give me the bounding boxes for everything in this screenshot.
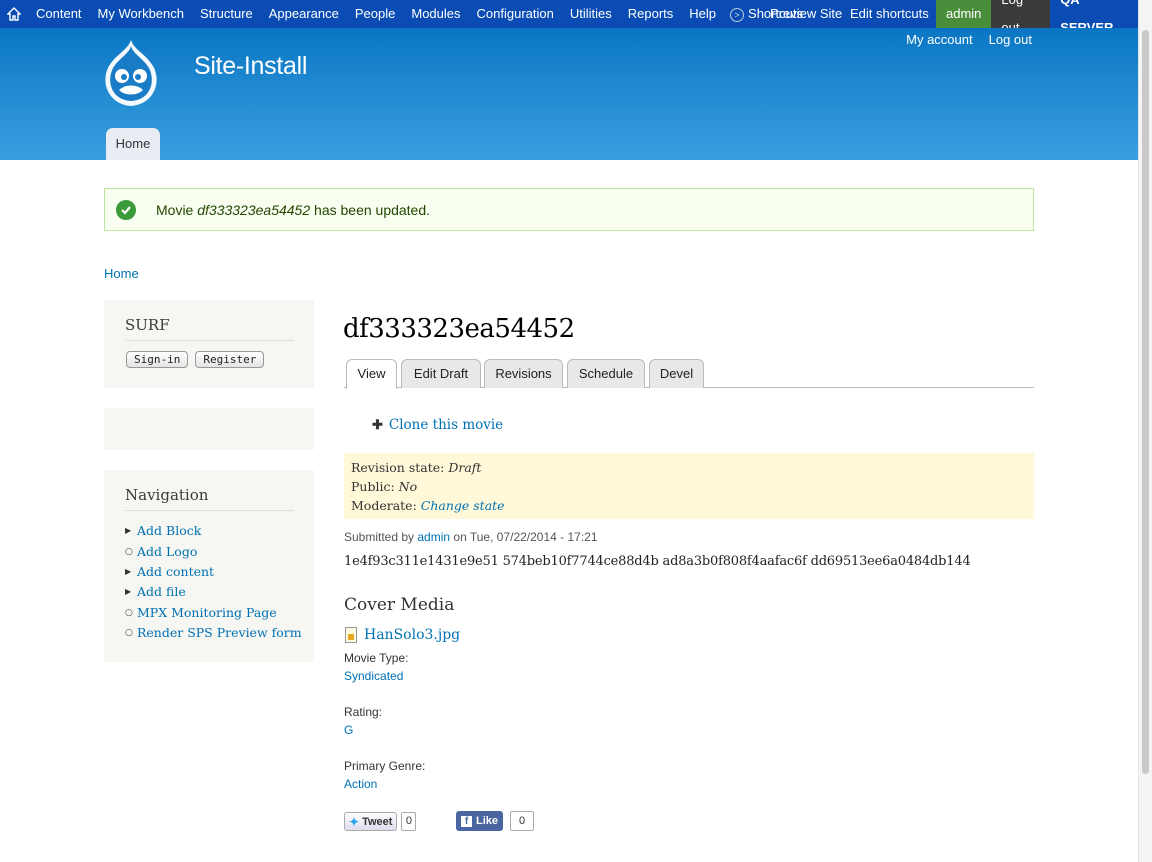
tab-schedule[interactable]: Schedule — [567, 359, 645, 388]
file-link[interactable]: HanSolo3.jpg — [364, 627, 460, 643]
nav-item[interactable]: ○ Add Logo — [125, 541, 314, 561]
author-link[interactable]: admin — [417, 530, 450, 544]
signin-button[interactable]: Sign-in — [126, 351, 189, 368]
toolbar-item-modules[interactable]: Modules — [403, 0, 468, 28]
revision-state-row: Revision state: Draft — [351, 460, 482, 475]
toolbar-item-help[interactable]: Help — [681, 0, 724, 28]
tab-edit-draft[interactable]: Edit Draft — [401, 359, 481, 388]
surf-block-title: SURF — [125, 316, 294, 341]
page-title: df333323ea54452 — [343, 314, 575, 344]
nav-item-label[interactable]: Add Logo — [137, 542, 197, 562]
public-row: Public: No — [351, 479, 418, 494]
nav-item[interactable]: ○ Render SPS Preview form — [125, 623, 314, 643]
site-name[interactable]: Site-Install — [194, 52, 307, 81]
tweet-count: 0 — [401, 812, 417, 831]
register-button[interactable]: Register — [195, 351, 265, 368]
drupal-logo-icon[interactable] — [100, 38, 162, 110]
nav-item[interactable]: ▶ Add content — [125, 562, 314, 582]
clone-movie-link[interactable]: Clone this movie — [389, 417, 503, 433]
primary-genre-value[interactable]: Action — [344, 777, 377, 791]
moderate-row: Moderate: Change state — [351, 498, 505, 513]
like-button[interactable]: f Like — [456, 811, 504, 831]
public-value: No — [398, 479, 418, 494]
cover-media-heading: Cover Media — [344, 595, 455, 615]
arrow-bullet-icon: ▶ — [125, 526, 132, 536]
toolbar-item-appearance[interactable]: Appearance — [261, 0, 347, 28]
secondary-menu: My account Log out — [906, 32, 1032, 47]
tab-revisions[interactable]: Revisions — [484, 359, 563, 388]
breadcrumb-home-link[interactable]: Home — [104, 266, 139, 281]
my-account-link[interactable]: My account — [906, 32, 972, 47]
edit-shortcuts-link[interactable]: Edit shortcuts — [842, 0, 937, 28]
facebook-like-widget: f Like 0 — [456, 811, 535, 831]
scrollbar-thumb[interactable] — [1142, 30, 1149, 774]
toolbar-item-content[interactable]: Content — [28, 0, 90, 28]
body-text: 1e4f93c311e1431e9e51 574beb10f7744ce88d4… — [344, 554, 971, 569]
image-file-icon — [345, 627, 357, 643]
toolbar-item-configuration[interactable]: Configuration — [469, 0, 562, 28]
circle-bullet-icon: ○ — [125, 546, 133, 557]
checkmark-icon — [116, 199, 136, 220]
submitted-info: Submitted by admin on Tue, 07/22/2014 - … — [344, 530, 598, 544]
status-message-text: Movie df333323ea54452 has been updated. — [156, 201, 431, 218]
toolbar-item-my-workbench[interactable]: My Workbench — [90, 0, 192, 28]
movie-type-value[interactable]: Syndicated — [344, 669, 403, 683]
nav-item-label[interactable]: Add Block — [137, 521, 201, 541]
nav-item-label[interactable]: MPX Monitoring Page — [137, 603, 277, 623]
circle-bullet-icon: ○ — [125, 607, 133, 618]
tweet-button[interactable]: ✦ Tweet — [344, 812, 398, 831]
change-state-link[interactable]: Change state — [421, 498, 505, 513]
toolbar-item-reports[interactable]: Reports — [620, 0, 682, 28]
circle-bullet-icon: ○ — [125, 628, 133, 639]
nav-item-label[interactable]: Add file — [137, 582, 186, 602]
nav-item[interactable]: ○ MPX Monitoring Page — [125, 603, 314, 623]
shortcuts-toggle-icon: > — [730, 7, 745, 22]
admin-toolbar: Content My Workbench Structure Appearanc… — [0, 0, 1138, 42]
toolbar-item-utilities[interactable]: Utilities — [562, 0, 620, 28]
primary-genre-label: Primary Genre: — [344, 759, 426, 773]
revision-info-box: Revision state: Draft Public: No Moderat… — [344, 453, 1034, 519]
twitter-bird-icon: ✦ — [349, 814, 360, 829]
like-count: 0 — [510, 811, 535, 831]
plus-icon: ✚ — [372, 418, 383, 433]
revision-state-value: Draft — [448, 460, 482, 475]
navigation-block-title: Navigation — [125, 486, 294, 511]
local-tabs: View Edit Draft Revisions Schedule Devel — [344, 359, 1034, 389]
main-menu-home-tab[interactable]: Home — [106, 128, 160, 160]
navigation-list: ▶ Add Block ○ Add Logo ▶ Add content ▶ Add file… — [125, 521, 314, 643]
navigation-block: Navigation ▶ Add Block ○ Add Logo ▶ Add conte… — [104, 470, 314, 662]
tweet-widget: ✦ Tweet 0 — [344, 812, 417, 831]
movie-type-label: Movie Type: — [344, 651, 409, 665]
page-scrollbar[interactable] — [1138, 0, 1152, 862]
rating-label: Rating: — [344, 705, 383, 719]
site-header: Site-Install My account Log out Home — [0, 28, 1138, 160]
facebook-icon: f — [461, 815, 472, 827]
shortcut-preview-site[interactable]: Preview Site — [762, 0, 850, 28]
toolbar-item-people[interactable]: People — [347, 0, 403, 28]
status-message: Movie df333323ea54452 has been updated. — [104, 188, 1034, 231]
message-movie-title: df333323ea54452 — [197, 201, 311, 218]
nav-item[interactable]: ▶ Add Block — [125, 521, 314, 541]
toolbar-user-link[interactable]: admin — [936, 0, 992, 28]
empty-sidebar-block — [104, 408, 314, 450]
nav-item[interactable]: ▶ Add file — [125, 582, 314, 602]
rating-value[interactable]: G — [344, 723, 353, 737]
arrow-bullet-icon: ▶ — [125, 587, 132, 597]
nav-item-label[interactable]: Render SPS Preview form — [137, 623, 302, 643]
arrow-bullet-icon: ▶ — [125, 566, 132, 576]
toolbar-item-structure[interactable]: Structure — [192, 0, 261, 28]
surf-block: SURF Sign-in Register — [104, 300, 314, 388]
clone-movie-action[interactable]: ✚ Clone this movie — [372, 417, 503, 433]
nav-item-label[interactable]: Add content — [137, 562, 214, 582]
file-attachment: HanSolo3.jpg — [345, 627, 460, 643]
logout-link[interactable]: Log out — [989, 32, 1032, 47]
tab-devel[interactable]: Devel — [649, 359, 704, 388]
tab-view[interactable]: View — [346, 359, 397, 389]
home-icon[interactable] — [0, 0, 28, 28]
